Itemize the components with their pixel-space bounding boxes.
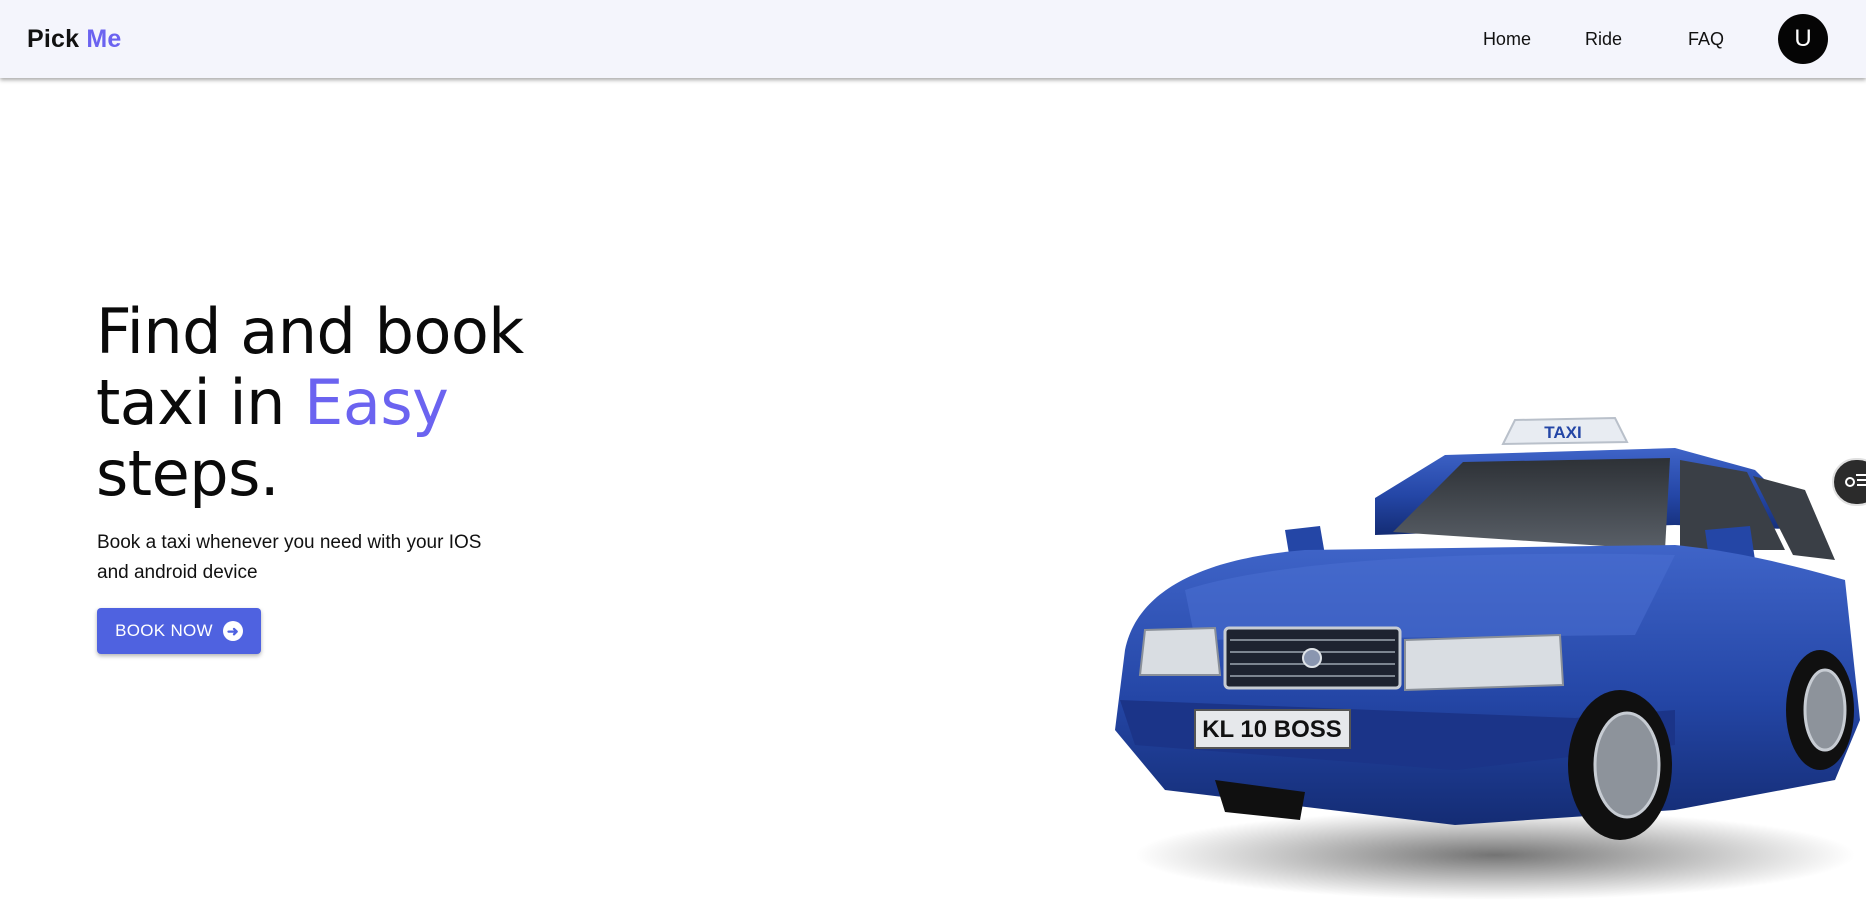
brand-name-part2: Me [86,24,122,53]
taxi-car-image: TAXI KL 10 BOSS [1075,400,1865,910]
car-emblem [1302,648,1322,668]
hero-subtitle: Book a taxi whenever you need with your … [97,532,482,583]
brand-logo[interactable]: Pick Me [27,25,122,54]
rear-wheel-rim [1803,668,1847,752]
user-avatar[interactable]: U [1778,14,1828,64]
book-now-label: BOOK NOW [115,621,213,640]
nav-link-faq[interactable]: FAQ [1688,29,1724,50]
nav-link-home[interactable]: Home [1483,29,1531,50]
nav-link-ride[interactable]: Ride [1585,29,1622,50]
hero-title-line2: taxi in [96,366,305,439]
hero-title: Find and book taxi in Easy steps. [96,296,556,509]
license-plate-text: KL 10 BOSS [1202,716,1342,743]
settings-list-icon [1844,470,1866,495]
front-wheel-rim [1593,711,1661,819]
navbar: Pick Me Home Ride FAQ U [0,0,1866,78]
taxi-car-illustration: TAXI KL 10 BOSS [1115,416,1860,900]
roof-sign-text: TAXI [1544,423,1581,442]
hero-title-line1: Find and book [96,295,524,368]
book-now-button[interactable]: BOOK NOW ➜ [97,608,261,654]
car-left-headlight [1138,626,1222,676]
car-shadow [1135,810,1855,900]
hero-title-line3: steps. [96,437,280,510]
car-right-headlight [1404,633,1565,692]
hero-title-accent: Easy [304,366,449,439]
arrow-right-circle-icon: ➜ [222,621,243,641]
brand-name-part1: Pick [27,24,80,53]
nav-links: Home Ride FAQ U [1483,14,1828,64]
